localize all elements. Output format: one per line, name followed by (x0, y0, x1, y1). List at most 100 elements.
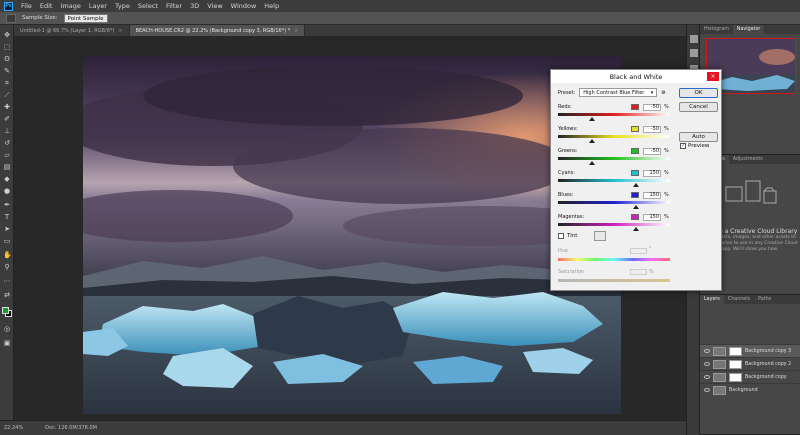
menu-file[interactable]: File (21, 2, 32, 10)
menu-edit[interactable]: Edit (40, 2, 53, 10)
dialog-titlebar[interactable]: Black and White × (551, 70, 721, 83)
doc-tab-untitled[interactable]: Untitled-1 @ 66.7% (Layer 1, RGB/8*) × (14, 25, 130, 36)
history-brush-tool-icon[interactable]: ↺ (3, 139, 11, 147)
layer-row[interactable]: Background copy 3 (700, 344, 800, 357)
ok-button[interactable]: OK (679, 88, 718, 98)
preset-select[interactable]: High Contrast Blue Filter ▾ (579, 88, 658, 97)
healing-brush-tool-icon[interactable]: ✚ (3, 103, 11, 111)
menu-image[interactable]: Image (60, 2, 80, 10)
slider-track[interactable] (558, 201, 670, 204)
slider-track[interactable] (558, 223, 670, 226)
document-tabs: Untitled-1 @ 66.7% (Layer 1, RGB/8*) × B… (14, 25, 686, 36)
slider-color-swatch (631, 170, 639, 176)
tab-layers[interactable]: Layers (700, 295, 724, 304)
crop-tool-icon[interactable]: ⌗ (3, 79, 11, 87)
tab-navigator[interactable]: Navigator (732, 25, 765, 34)
layer-name: Background copy 2 (745, 361, 792, 367)
slider-track[interactable] (558, 135, 670, 138)
tint-label: Tint (567, 233, 578, 239)
tint-color-swatch[interactable] (594, 231, 607, 241)
eye-icon[interactable] (704, 349, 710, 353)
history-panel-icon[interactable] (690, 35, 698, 43)
preset-options-icon[interactable]: ⚙ (661, 90, 665, 96)
dodge-tool-icon[interactable]: ● (3, 187, 11, 195)
eye-icon[interactable] (704, 362, 710, 366)
slider-value-field[interactable]: -50 (643, 148, 661, 155)
slider-track[interactable] (558, 179, 670, 182)
slider-track[interactable] (558, 157, 670, 160)
close-icon[interactable]: × (294, 28, 298, 34)
slider-label: Magentas: (558, 214, 585, 220)
tab-paths[interactable]: Paths (754, 295, 775, 304)
eyedropper-tool-icon[interactable]: ⟋ (3, 91, 11, 99)
layer-mask-thumbnail[interactable] (729, 346, 742, 356)
menu-select[interactable]: Select (138, 2, 158, 10)
slider-thumb[interactable] (633, 205, 640, 209)
tab-channels[interactable]: Channels (724, 295, 754, 304)
eraser-tool-icon[interactable]: ▱ (3, 151, 11, 159)
menu-help[interactable]: Help (264, 2, 279, 10)
move-tool-icon[interactable]: ✥ (3, 31, 11, 39)
eye-icon[interactable] (704, 375, 710, 379)
slider-value-field[interactable]: 150 (643, 192, 661, 199)
slider-value-field[interactable]: -50 (643, 126, 661, 133)
pen-tool-icon[interactable]: ✒ (3, 201, 11, 209)
slider-value-field[interactable]: -50 (643, 104, 661, 111)
gradient-tool-icon[interactable]: ▤ (3, 163, 11, 171)
close-icon[interactable]: × (118, 28, 122, 34)
auto-button[interactable]: Auto (679, 132, 718, 142)
menu-layer[interactable]: Layer (89, 2, 107, 10)
percent-sign: % (664, 170, 669, 176)
layer-row[interactable]: Background (700, 383, 800, 396)
layer-thumbnail (713, 346, 726, 356)
menu-3d[interactable]: 3D (190, 2, 199, 10)
reset-colors-icon[interactable]: ⇄ (3, 291, 11, 299)
quick-select-tool-icon[interactable]: ✎ (3, 67, 11, 75)
tab-adjustments[interactable]: Adjustments (729, 155, 767, 164)
slider-thumb[interactable] (588, 161, 595, 165)
blur-tool-icon[interactable]: ◆ (3, 175, 11, 183)
slider-value-field[interactable]: 150 (643, 214, 661, 221)
marquee-tool-icon[interactable]: ⬚ (3, 43, 11, 51)
zoom-tool-icon[interactable]: ⚲ (3, 263, 11, 271)
menu-view[interactable]: View (207, 2, 222, 10)
lasso-tool-icon[interactable]: ʘ (3, 55, 11, 63)
percent-sign: % (649, 269, 654, 275)
slider-thumb[interactable] (588, 139, 595, 143)
layer-thumbnail (713, 385, 726, 395)
slider-thumb[interactable] (633, 183, 640, 187)
slider-value-field[interactable]: 150 (643, 170, 661, 177)
type-tool-icon[interactable]: T (3, 213, 11, 221)
screen-mode-icon[interactable]: ▣ (3, 339, 11, 347)
tint-checkbox[interactable] (558, 233, 564, 239)
cancel-button[interactable]: Cancel (679, 102, 718, 112)
layer-row[interactable]: Background copy (700, 370, 800, 383)
foreground-color-swatch[interactable] (2, 307, 9, 314)
path-select-tool-icon[interactable]: ➤ (3, 225, 11, 233)
hand-tool-icon[interactable]: ✋ (3, 251, 12, 259)
brush-tool-icon[interactable]: ✐ (3, 115, 11, 123)
eye-icon[interactable] (704, 388, 710, 392)
eyedropper-tool-preset-icon[interactable] (6, 13, 16, 23)
close-icon[interactable]: × (707, 72, 719, 81)
preview-checkbox[interactable]: ✓ (680, 143, 686, 149)
slider-thumb[interactable] (588, 117, 595, 121)
menu-type[interactable]: Type (115, 2, 130, 10)
zoom-level[interactable]: 22.24% (4, 425, 23, 431)
layer-mask-thumbnail[interactable] (729, 359, 742, 369)
layer-mask-thumbnail[interactable] (729, 372, 742, 382)
menu-filter[interactable]: Filter (166, 2, 182, 10)
slider-thumb[interactable] (633, 227, 640, 231)
sample-size-select[interactable]: Point Sample (63, 13, 108, 23)
more-tools-icon[interactable]: ⋯ (3, 277, 11, 285)
clone-stamp-tool-icon[interactable]: ⊥ (3, 127, 11, 135)
rectangle-tool-icon[interactable]: ▭ (3, 237, 11, 245)
slider-track[interactable] (558, 113, 670, 116)
doc-tab-active[interactable]: BEACH-HOUSE.CR2 @ 22.2% (Background copy… (129, 25, 306, 36)
actions-panel-icon[interactable] (690, 49, 698, 57)
menu-window[interactable]: Window (231, 2, 257, 10)
quick-mask-icon[interactable]: ◎ (3, 325, 11, 333)
tab-histogram[interactable]: Histogram (700, 25, 733, 34)
hue-slider-track (558, 258, 670, 261)
layer-row[interactable]: Background copy 2 (700, 357, 800, 370)
